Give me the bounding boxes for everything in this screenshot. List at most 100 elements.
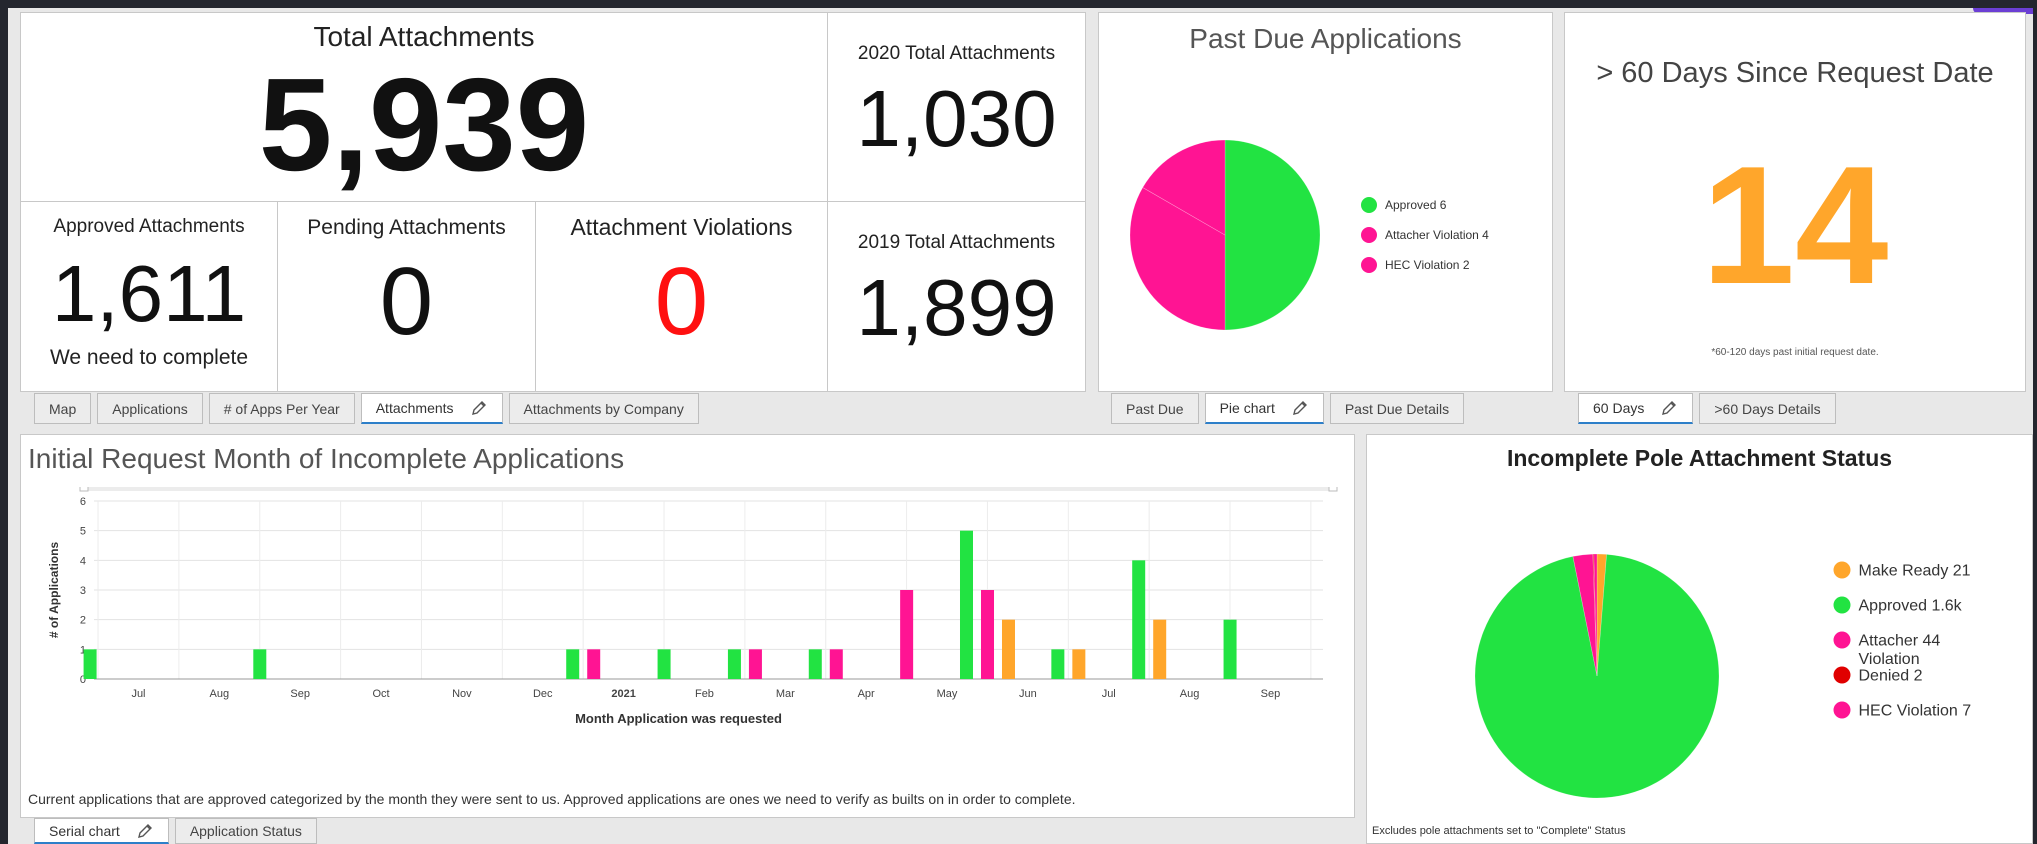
tab-serial-chart[interactable]: Serial chart: [34, 818, 169, 844]
total-attachments-value: 5,939: [258, 51, 590, 198]
tab-60-days[interactable]: 60 Days: [1578, 393, 1694, 424]
legend-dot: [1833, 561, 1851, 579]
tab-label: Pie chart: [1219, 400, 1275, 416]
total-attachments-card: Total Attachments 5,939: [20, 12, 828, 202]
pending-attachments-card: Pending Attachments 0: [278, 202, 536, 392]
tab-attachments[interactable]: Attachments: [360, 393, 503, 424]
tab-60-days-details[interactable]: >60 Days Details: [1699, 393, 1836, 424]
x-tick-label: Nov: [452, 688, 472, 700]
bar: [566, 649, 580, 679]
legend-label-line: HEC Violation 2: [1385, 258, 1470, 272]
pencil-icon[interactable]: [470, 399, 488, 417]
legend-dot: [1833, 596, 1851, 614]
pencil-icon[interactable]: [1660, 399, 1678, 417]
bar: [1153, 619, 1167, 679]
legend-dot: [1361, 257, 1377, 273]
tab-label: Map: [49, 400, 77, 417]
y-axis-title: # of Applications: [47, 542, 61, 639]
attachment-violations-value: 0: [654, 248, 709, 355]
tab-label: Serial chart: [49, 822, 120, 839]
legend-label-line: Approved 1.6k: [1859, 598, 1963, 615]
bar: [900, 590, 914, 679]
bar: [829, 649, 843, 679]
days-60-title: > 60 Days Since Request Date: [1596, 57, 1994, 89]
x-tick-label: Jul: [1102, 688, 1116, 700]
days-60-tabs: 60 Days >60 Days Details: [1578, 393, 1836, 424]
total-2020-card: 2020 Total Attachments 1,030: [828, 12, 1086, 202]
pie-slice-approved: [1224, 139, 1321, 331]
x-tick-label: Jun: [1019, 688, 1037, 700]
legend-label: HEC Violation 2: [1385, 258, 1470, 272]
pole-status-title: Incomplete Pole Attachment Status: [1506, 445, 1893, 471]
tab-map[interactable]: Map: [34, 393, 92, 424]
dashboard-canvas: Total Attachments 5,939 2020 Total Attac…: [8, 8, 2033, 844]
past-due-title: Past Due Applications: [1189, 23, 1462, 54]
legend-dot: [1833, 631, 1851, 649]
legend-label: Approved 6: [1385, 198, 1447, 212]
total-2019-title: 2019 Total Attachments: [857, 232, 1056, 253]
tab-applications[interactable]: Applications: [97, 393, 203, 424]
chart-scroll-handle-right: [1328, 487, 1338, 492]
tab-apps-per-year[interactable]: # of Apps Per Year: [208, 393, 355, 424]
legend-label-line: Attacher Violation 4: [1385, 228, 1489, 242]
past-due-pie-chart: Approved 6 Attacher Violation 4 HEC Violat…: [1129, 139, 1489, 331]
bar: [587, 649, 601, 679]
y-tick-label: 3: [80, 585, 86, 597]
serial-chart-panel: Initial Request Month of Incomplete Appl…: [20, 434, 1355, 818]
x-tick-label: Sep: [1261, 688, 1281, 700]
bar: [1001, 619, 1015, 679]
pole-status-pie-chart: Make Ready 21 Approved 1.6k Attacher 44 Vio…: [1474, 553, 1972, 799]
pencil-icon[interactable]: [136, 822, 154, 840]
legend-dot: [1833, 701, 1851, 719]
legend-label: Attacher Violation 4: [1385, 228, 1489, 242]
tab-label: Applications: [112, 400, 188, 417]
x-tick-label: Apr: [858, 688, 875, 700]
days-60-footnote: *60-120 days past initial request date.: [1711, 347, 1879, 358]
days-60-value: 14: [1701, 131, 1889, 319]
bar: [1132, 560, 1146, 679]
x-tick-label: Mar: [776, 688, 795, 700]
tab-label: Attachments: [375, 400, 454, 416]
tab-label: 60 Days: [1593, 400, 1645, 416]
x-tick-label: Oct: [372, 688, 389, 700]
bar: [727, 649, 741, 679]
bar: [1051, 649, 1065, 679]
past-due-panel: Past Due Applications Approved 6 Attacher…: [1098, 12, 1553, 392]
x-tick-label: 2021: [611, 688, 635, 700]
legend-label: Approved 1.6k: [1859, 598, 1963, 615]
total-2019-card: 2019 Total Attachments 1,899: [828, 202, 1086, 392]
bar: [980, 590, 994, 679]
pending-attachments-value: 0: [379, 248, 434, 355]
bar: [808, 649, 822, 679]
chart-scroll-handle-left: [79, 487, 89, 492]
legend-label-line: Violation: [1859, 651, 1920, 668]
pencil-icon[interactable]: [1291, 399, 1309, 417]
tab-label: Past Due Details: [1344, 400, 1450, 417]
attachment-violations-card: Attachment Violations 0: [536, 202, 828, 392]
y-tick-label: 6: [80, 496, 86, 508]
x-tick-label: Aug: [210, 688, 230, 700]
y-tick-label: 5: [80, 526, 86, 538]
past-due-tabs: Past Due Pie chart Past Due Details: [1111, 393, 1465, 424]
approved-attachments-title: Approved Attachments: [53, 216, 245, 237]
tab-pie-chart[interactable]: Pie chart: [1204, 393, 1324, 424]
tab-application-status[interactable]: Application Status: [174, 818, 317, 844]
tab-label: Past Due: [1126, 400, 1184, 417]
tab-past-due[interactable]: Past Due: [1111, 393, 1199, 424]
y-tick-label: 4: [80, 555, 86, 567]
legend-label-line: Make Ready 21: [1859, 563, 1971, 580]
tab-past-due-details[interactable]: Past Due Details: [1329, 393, 1465, 424]
x-tick-label: Sep: [290, 688, 310, 700]
approved-attachments-subtitle: We need to complete: [49, 346, 249, 369]
x-tick-label: May: [937, 688, 958, 700]
bar: [748, 649, 762, 679]
legend-dot: [1361, 197, 1377, 213]
tab-attachments-by-company[interactable]: Attachments by Company: [508, 393, 699, 424]
legend-label: HEC Violation 7: [1859, 703, 1972, 720]
serial-chart-caption: Current applications that are approved c…: [28, 791, 1076, 807]
serial-tabs: Serial chart Application Status: [34, 818, 317, 844]
total-2019-value: 1,899: [856, 263, 1057, 352]
kpi-tabs: Map Applications # of Apps Per Year Atta…: [34, 393, 699, 424]
x-axis-title: Month Application was requested: [575, 711, 782, 726]
legend-label: Denied 2: [1859, 668, 1923, 685]
